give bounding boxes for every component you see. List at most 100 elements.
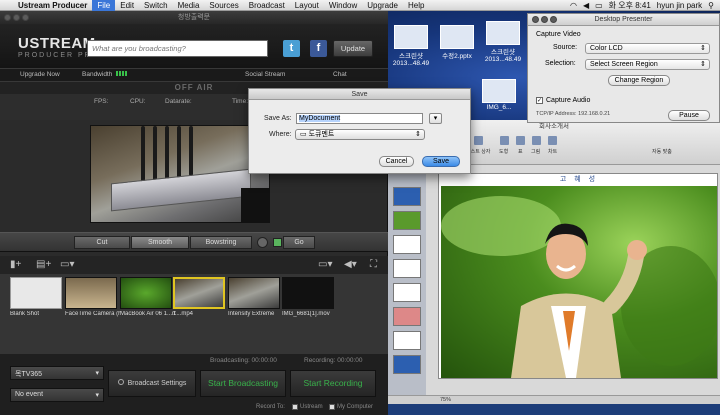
add-camera-icon[interactable]: ▮+ xyxy=(10,259,21,270)
social-stream-tab[interactable]: Social Stream xyxy=(245,71,285,78)
window-minimize-button[interactable] xyxy=(541,16,548,23)
shot-tile-selected[interactable]: 1...mp4 xyxy=(173,277,229,317)
cancel-button[interactable]: Cancel xyxy=(379,156,414,167)
shot-label: Intensity Extreme xyxy=(228,311,275,317)
menu-window[interactable]: Window xyxy=(324,0,362,11)
add-media-icon[interactable]: ▤+ xyxy=(36,259,51,270)
broadcast-title-input[interactable] xyxy=(87,40,268,57)
menu-sources[interactable]: Sources xyxy=(204,0,243,11)
shot-label: IMG_6681[1].mov xyxy=(282,311,330,317)
change-region-button[interactable]: Change Region xyxy=(608,75,670,86)
wifi-icon[interactable]: ◠ xyxy=(570,1,577,10)
desktop-file[interactable]: 스크린샷 2013...48.49 xyxy=(388,25,434,67)
selection-select[interactable]: Select Screen Region ⇕ xyxy=(585,59,710,70)
window-close-button[interactable] xyxy=(4,14,11,21)
transition-speed-knob[interactable] xyxy=(257,237,268,248)
textbox-icon[interactable] xyxy=(474,136,483,145)
broadcasting-timer: Broadcasting: 00:00:00 xyxy=(210,357,277,364)
volume-icon[interactable]: ◀▾ xyxy=(344,259,357,270)
window-zoom-button[interactable] xyxy=(550,16,557,23)
where-select[interactable]: ▭ 도큐멘트 ⇕ xyxy=(295,129,425,140)
search-icon[interactable]: ⚲ xyxy=(708,1,714,10)
battery-icon[interactable]: ▭ xyxy=(595,1,603,10)
cut-transition-button[interactable]: Cut xyxy=(74,236,130,249)
shot-tile[interactable]: Blank Shot xyxy=(10,277,66,317)
start-broadcasting-button[interactable]: Start Broadcasting xyxy=(200,370,286,397)
chat-tab[interactable]: Chat xyxy=(333,71,347,78)
menu-upgrade[interactable]: Upgrade xyxy=(362,0,403,11)
zoom-level[interactable]: 75% xyxy=(440,397,451,403)
menubar-clock[interactable]: 화 오후 8:41 xyxy=(609,0,651,11)
broadcast-settings-button[interactable]: Broadcast Settings xyxy=(108,370,196,397)
ustream-logo: USTREAM xyxy=(18,35,96,52)
twitter-icon[interactable]: t xyxy=(283,40,300,57)
facebook-icon[interactable]: f xyxy=(310,40,327,57)
app-menu[interactable]: Ustream Producer xyxy=(13,0,92,11)
menu-file[interactable]: File xyxy=(92,0,116,11)
upgrade-now-link[interactable]: Upgrade Now xyxy=(20,71,60,78)
slide-canvas[interactable]: 고 혜 성 xyxy=(438,173,718,379)
layout-icon[interactable]: ▭▾ xyxy=(318,259,332,270)
shape-icon[interactable] xyxy=(500,136,509,145)
menu-broadcast[interactable]: Broadcast xyxy=(244,0,290,11)
record-to-label: Record To: xyxy=(256,404,285,410)
window-minimize-button[interactable] xyxy=(13,14,20,21)
bandwidth-meter xyxy=(116,71,128,78)
recording-timer: Recording: 00:00:00 xyxy=(304,357,363,364)
desktop-file-label: 스크린샷 2013...48.49 xyxy=(392,53,430,67)
volume-icon[interactable]: ◀ xyxy=(583,1,589,10)
source-label: Source: xyxy=(553,44,578,51)
event-select[interactable]: No event ▾ xyxy=(10,388,104,402)
slide-thumbnail[interactable] xyxy=(393,355,421,374)
update-button[interactable]: Update xyxy=(333,40,373,57)
channel-select[interactable]: 목TV365 ▾ xyxy=(10,366,104,380)
desktop-file[interactable]: IMG_6... xyxy=(476,79,522,111)
save-button[interactable]: Save xyxy=(422,156,460,167)
slide-thumbnail[interactable] xyxy=(393,259,421,278)
go-button[interactable]: Go xyxy=(283,236,315,249)
save-as-input[interactable]: MyDocument xyxy=(296,113,423,124)
shot-tile[interactable]: Intensity Extreme xyxy=(228,277,284,317)
window-zoom-button[interactable] xyxy=(22,14,29,21)
menubar-user[interactable]: hyun jin park xyxy=(657,1,702,10)
add-screen-icon[interactable]: ▭▾ xyxy=(60,259,74,270)
menu-edit[interactable]: Edit xyxy=(115,0,139,11)
record-ustream-checkbox[interactable] xyxy=(292,404,298,410)
picture-icon[interactable] xyxy=(532,136,541,145)
menu-switch[interactable]: Switch xyxy=(139,0,173,11)
source-select[interactable]: Color LCD ⇕ xyxy=(585,43,710,54)
slide-thumbnail[interactable] xyxy=(393,211,421,230)
ustream-titlebar: 청방출력문 xyxy=(0,11,388,24)
expand-dialog-button[interactable]: ▾ xyxy=(429,113,442,124)
ip-address: TCP/IP Address: 192.168.0.21 xyxy=(536,111,611,117)
shot-tile[interactable]: MacBook Air 06 1...mp4 xyxy=(120,277,176,317)
datarate-stat: Datarate: xyxy=(165,98,192,105)
window-close-button[interactable] xyxy=(532,16,539,23)
fullscreen-icon[interactable]: ⛶ xyxy=(370,259,377,270)
record-computer-checkbox[interactable] xyxy=(329,404,335,410)
slide-thumbnail[interactable] xyxy=(393,331,421,350)
table-icon[interactable] xyxy=(516,136,525,145)
desktop-file[interactable]: 스크린샷 2013...48.49 xyxy=(480,21,526,63)
slide-thumbnail[interactable] xyxy=(393,187,421,206)
start-recording-button[interactable]: Start Recording xyxy=(290,370,376,397)
desktop-file-label: IMG_6... xyxy=(486,104,512,111)
smooth-transition-button[interactable]: Smooth xyxy=(131,236,189,249)
menu-help[interactable]: Help xyxy=(403,0,429,11)
menu-media[interactable]: Media xyxy=(173,0,205,11)
chart-icon[interactable] xyxy=(548,136,557,145)
menubar: Ustream Producer File Edit Switch Media … xyxy=(0,0,720,11)
menu-layout[interactable]: Layout xyxy=(290,0,324,11)
slide-thumbnail[interactable] xyxy=(393,283,421,302)
shot-label: 1...mp4 xyxy=(173,311,194,317)
bowstring-transition-button[interactable]: Bowstring xyxy=(190,236,252,249)
pause-button[interactable]: Pause xyxy=(668,110,710,121)
auto-transition-toggle[interactable] xyxy=(273,238,282,247)
desktop-file[interactable]: 수정2.pptx xyxy=(434,25,480,60)
shot-tile[interactable]: FaceTime Camera (hyun... xyxy=(65,277,121,317)
slide-thumbnail[interactable] xyxy=(393,235,421,254)
shot-tile[interactable]: IMG_6681[1].mov xyxy=(282,277,338,317)
slide-heading: 고 혜 성 xyxy=(559,176,599,183)
capture-audio-checkbox[interactable]: ✓ xyxy=(536,97,543,104)
slide-thumbnail[interactable] xyxy=(393,307,421,326)
